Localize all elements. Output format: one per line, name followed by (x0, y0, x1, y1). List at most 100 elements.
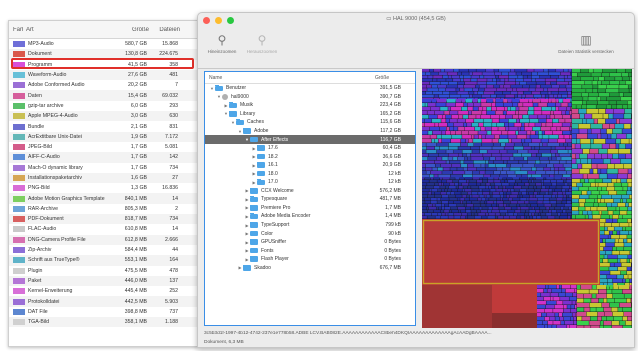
treemap-cell[interactable] (512, 103, 518, 107)
treemap-cell[interactable] (543, 69, 548, 72)
treemap-cell[interactable] (625, 154, 632, 159)
treemap-cell[interactable] (556, 210, 563, 213)
treemap-cell[interactable] (539, 146, 551, 150)
treemap-cell[interactable] (566, 177, 572, 180)
treemap-cell[interactable] (545, 305, 555, 309)
treemap-cell[interactable] (564, 135, 570, 139)
treemap-cell[interactable] (526, 216, 530, 219)
treemap-cell[interactable] (603, 307, 611, 312)
treemap-cell[interactable] (561, 177, 567, 180)
treemap-cell[interactable] (516, 119, 520, 123)
treemap-cell[interactable] (443, 167, 450, 171)
treemap-cell[interactable] (622, 199, 627, 203)
treemap-cell[interactable] (533, 195, 536, 198)
treemap-cell[interactable] (600, 247, 604, 251)
treemap-cell[interactable] (502, 91, 511, 95)
treemap-cell[interactable] (429, 69, 434, 72)
treemap-cell[interactable] (492, 192, 500, 195)
treemap-cell[interactable] (540, 210, 543, 213)
treemap-cell[interactable] (543, 177, 546, 180)
treemap-cell[interactable] (434, 183, 438, 186)
treemap-cell[interactable] (609, 231, 613, 235)
treemap-cell[interactable] (600, 251, 606, 255)
treemap-cell[interactable] (486, 183, 490, 186)
treemap-cell[interactable] (535, 88, 544, 91)
treemap-cell[interactable] (544, 325, 548, 328)
treemap-cell[interactable] (628, 231, 632, 235)
treemap-cell[interactable] (446, 127, 450, 131)
treemap-cell[interactable] (422, 127, 430, 131)
treemap-cell[interactable] (468, 69, 476, 72)
treemap-cell[interactable] (503, 189, 508, 192)
treemap-cell[interactable] (564, 78, 572, 82)
treemap-cell[interactable] (521, 192, 527, 195)
treemap-cell[interactable] (541, 123, 546, 127)
treemap-cell[interactable] (629, 139, 632, 144)
treemap-cell[interactable] (611, 134, 617, 139)
treemap-cell[interactable] (474, 207, 479, 210)
treemap-cell[interactable] (593, 203, 599, 207)
treemap-cell[interactable] (442, 131, 446, 135)
treemap-cell[interactable] (446, 103, 456, 107)
treemap-cell[interactable] (627, 267, 631, 271)
treemap-cell[interactable] (548, 157, 552, 161)
treemap-cell[interactable] (549, 186, 556, 189)
treemap-cell[interactable] (422, 131, 428, 135)
treemap-cell[interactable] (558, 313, 563, 317)
treemap-cell[interactable] (454, 183, 458, 186)
treemap-cell[interactable] (521, 180, 529, 183)
treemap-cell[interactable] (479, 146, 492, 150)
treemap-cell[interactable] (488, 207, 493, 210)
treemap-cell[interactable] (593, 69, 603, 73)
zoom-out-button[interactable]: ⚲ Herauszoomen (242, 31, 282, 54)
treemap-cell[interactable] (425, 91, 433, 95)
treemap-cell[interactable] (539, 157, 548, 161)
tree-row[interactable]: ▶ 17.0 12 kB (205, 178, 415, 187)
treemap-cell[interactable] (500, 78, 505, 82)
treemap-cell[interactable] (564, 183, 568, 186)
treemap-cell[interactable] (461, 183, 469, 186)
treemap-cell[interactable] (437, 201, 442, 204)
treemap-cell[interactable] (622, 77, 630, 81)
treemap-cell[interactable] (613, 211, 620, 215)
treemap-cell[interactable] (584, 114, 592, 119)
treemap-cell[interactable] (453, 78, 461, 82)
treemap-cell[interactable] (618, 215, 623, 219)
treemap-cell[interactable] (529, 115, 538, 119)
tree-row[interactable]: ▼ Benutzer 391,5 GB (205, 84, 415, 93)
treemap-cell[interactable] (533, 177, 536, 180)
treemap-cell[interactable] (565, 167, 572, 171)
treemap-cell[interactable] (611, 235, 620, 239)
treemap-cell[interactable] (531, 146, 535, 150)
treemap-cell[interactable] (572, 77, 581, 81)
treemap-cell[interactable] (578, 199, 586, 203)
treemap-cell[interactable] (491, 103, 496, 107)
treemap-cell[interactable] (545, 78, 557, 82)
treemap-cell[interactable] (591, 325, 600, 329)
treemap-cell[interactable] (451, 115, 459, 119)
treemap-cell[interactable] (620, 231, 629, 235)
treemap-cell[interactable] (590, 307, 596, 312)
treemap-cell[interactable] (491, 186, 495, 189)
treemap-cell[interactable] (441, 207, 445, 210)
treemap-cell[interactable] (457, 72, 462, 75)
treemap-cell[interactable] (595, 183, 598, 187)
treemap-cell[interactable] (467, 192, 472, 195)
treemap-cell[interactable] (627, 105, 632, 109)
treemap-cell[interactable] (422, 103, 425, 107)
treemap-cell[interactable] (560, 207, 564, 210)
treemap-cell[interactable] (464, 81, 477, 85)
treemap-cell[interactable] (624, 124, 631, 129)
treemap-cell[interactable] (435, 164, 441, 168)
treemap-cell[interactable] (480, 127, 485, 131)
treemap-cell[interactable] (572, 293, 577, 297)
treemap-cell[interactable] (430, 135, 437, 139)
treemap-cell[interactable] (527, 131, 531, 135)
treemap-cell[interactable] (490, 183, 495, 186)
treemap-cell[interactable] (428, 75, 433, 79)
treemap-cell[interactable] (487, 78, 493, 82)
treemap-cell[interactable] (605, 119, 617, 124)
treemap-cell[interactable] (479, 150, 487, 154)
treemap-cell[interactable] (558, 171, 567, 175)
treemap-cell[interactable] (567, 75, 572, 79)
